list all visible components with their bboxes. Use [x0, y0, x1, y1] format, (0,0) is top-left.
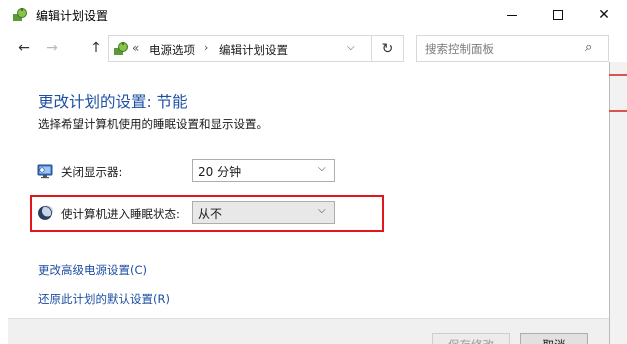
breadcrumb-separator-icon[interactable]: › [204, 41, 208, 54]
sleep-select[interactable]: 从不 ⌵ [192, 201, 335, 224]
maximize-button[interactable] [535, 0, 581, 30]
turn-off-display-select[interactable]: 20 分钟 ⌵ [192, 159, 335, 182]
sleep-label: 使计算机进入睡眠状态: [61, 207, 180, 221]
turn-off-display-value: 20 分钟 [198, 165, 242, 179]
restore-defaults-link[interactable]: 还原此计划的默认设置(R) [38, 291, 170, 307]
search-box[interactable]: ⌕ [416, 35, 609, 62]
overflow-chevron-icon[interactable]: « [132, 41, 139, 55]
background-red-line [609, 74, 627, 76]
back-button[interactable]: ← [14, 38, 34, 58]
forward-button[interactable]: → [42, 38, 62, 58]
minimize-button[interactable] [489, 0, 535, 30]
page-description: 选择希望计算机使用的睡眠设置和显示设置。 [38, 117, 268, 131]
address-dropdown-icon[interactable]: ⌵ [347, 42, 355, 53]
turn-off-display-label: 关闭显示器: [61, 165, 123, 179]
window-title: 编辑计划设置 [36, 9, 109, 23]
breadcrumb-power-options[interactable]: 电源选项 [149, 42, 195, 58]
page-title: 更改计划的设置: 节能 [38, 93, 188, 111]
close-button[interactable]: ✕ [581, 0, 627, 30]
background-red-line [609, 110, 627, 112]
up-button[interactable]: ↑ [86, 38, 106, 58]
save-changes-button[interactable]: 保存修改 [432, 333, 510, 344]
monitor-icon [37, 164, 53, 179]
window-edge [609, 62, 610, 344]
title-bar[interactable]: 编辑计划设置 ✕ [0, 0, 627, 30]
minimize-icon [507, 14, 517, 16]
forward-arrow-icon: → [46, 40, 58, 56]
breadcrumb-edit-plan[interactable]: 编辑计划设置 [219, 42, 288, 58]
control-panel-icon [13, 8, 27, 21]
search-icon[interactable]: ⌕ [585, 40, 592, 55]
chevron-down-icon: ⌵ [318, 205, 326, 216]
chevron-down-icon: ⌵ [318, 163, 326, 174]
close-icon: ✕ [598, 7, 610, 23]
refresh-icon: ↻ [381, 40, 394, 57]
maximize-icon [553, 10, 563, 20]
advanced-power-settings-link[interactable]: 更改高级电源设置(C) [38, 262, 147, 278]
back-arrow-icon: ← [18, 40, 30, 56]
address-bar[interactable]: « 电源选项 › 编辑计划设置 ⌵ [108, 35, 372, 62]
refresh-button[interactable]: ↻ [372, 35, 404, 62]
footer-bar [8, 318, 609, 344]
up-arrow-icon: ↑ [90, 40, 102, 56]
navigation-bar: ← → ↑ « 电源选项 › 编辑计划设置 ⌵ ↻ ⌕ [0, 30, 609, 68]
control-panel-icon [114, 42, 128, 55]
sleep-value: 从不 [198, 207, 223, 221]
moon-icon [38, 205, 53, 220]
cancel-button[interactable]: 取消 [520, 333, 588, 344]
search-input[interactable] [417, 36, 582, 61]
edit-plan-settings-window: 编辑计划设置 ✕ ← → ↑ « 电源选项 › 编辑计划设置 ⌵ ↻ ⌕ 更改计… [0, 0, 627, 344]
desktop-background-right [609, 62, 627, 344]
